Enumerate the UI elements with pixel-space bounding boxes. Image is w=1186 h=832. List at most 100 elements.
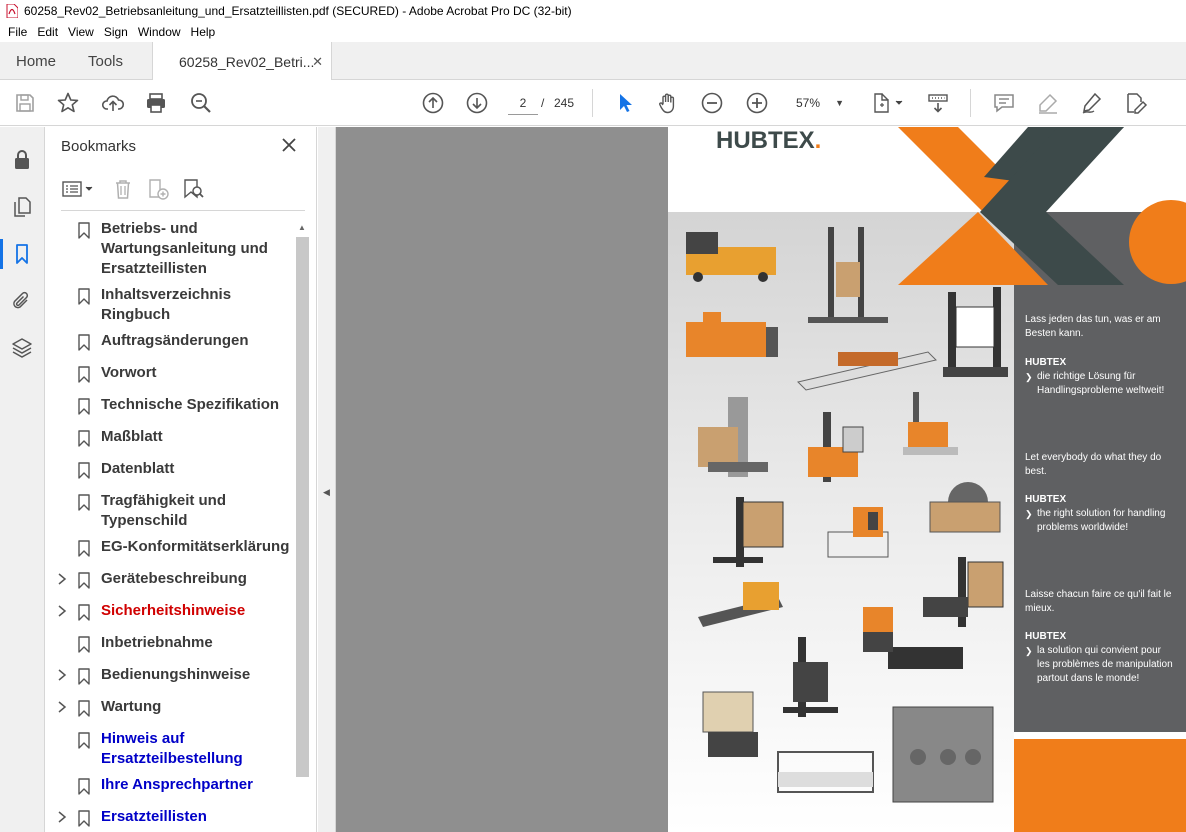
machine-illustration [777, 751, 874, 793]
tab-document-label: 60258_Rev02_Betri... [179, 53, 315, 70]
zoom-level-value: 57% [796, 96, 821, 110]
edit-document-icon[interactable] [1124, 91, 1148, 115]
bookmark-label: Gerätebeschreibung [101, 570, 247, 587]
active-panel-indicator [0, 239, 3, 269]
print-icon[interactable] [144, 91, 168, 115]
lock-icon[interactable] [10, 148, 34, 172]
highlight-icon[interactable] [1036, 91, 1060, 115]
bookmark-flag-icon [78, 540, 90, 557]
bookmark-item[interactable]: Sicherheitshinweise [45, 601, 295, 621]
next-page-icon[interactable] [465, 91, 489, 115]
bookmarks-panel: Bookmarks Betriebs- und Wartungsanleitun… [45, 127, 317, 832]
hand-tool-icon[interactable] [656, 91, 680, 115]
chevron-right-icon[interactable] [57, 669, 67, 681]
bookmark-item[interactable]: Inbetriebnahme [45, 633, 295, 653]
bookmark-flag-icon [78, 668, 90, 685]
slogan-brand: HUBTEX [1025, 631, 1067, 642]
machine-illustration [713, 497, 784, 567]
chevron-right-icon[interactable] [57, 811, 67, 823]
bullet-arrow-icon: ❯ [1025, 509, 1033, 519]
bookmarks-scrollbar-thumb[interactable] [296, 237, 309, 777]
page-number-input[interactable]: 2 [508, 91, 538, 115]
new-bookmark-icon[interactable] [146, 178, 170, 200]
bookmark-flag-icon [78, 700, 90, 717]
bookmark-flag-icon [78, 430, 90, 447]
find-bookmark-icon[interactable] [181, 178, 205, 200]
menu-window[interactable]: Window [134, 25, 185, 39]
collapse-panel-icon[interactable]: ◀ [323, 487, 330, 498]
slogan-text: Laisse chacun faire ce qu'il fait le mie… [1025, 589, 1172, 614]
slogan-bullet-text: die richtige Lösung für Handlingsproblem… [1037, 371, 1165, 396]
bookmark-options-icon[interactable] [61, 178, 97, 200]
bookmark-item[interactable]: EG-Konformitätserklärung [45, 537, 295, 557]
tab-home[interactable]: Home [16, 42, 56, 80]
bookmark-item[interactable]: Auftragsänderungen [45, 331, 295, 351]
bookmark-item[interactable]: Vorwort [45, 363, 295, 383]
title-bar: 60258_Rev02_Betriebsanleitung_und_Ersatz… [0, 0, 1186, 22]
tab-document[interactable]: 60258_Rev02_Betri... ✕ [152, 42, 332, 81]
machine-illustration [827, 507, 889, 558]
bookmark-item[interactable]: Ihre Ansprechpartner [45, 775, 295, 795]
select-cursor-icon[interactable] [613, 91, 637, 115]
bookmark-item[interactable]: Bedienungshinweise [45, 665, 295, 685]
machine-illustration [892, 706, 994, 803]
save-icon[interactable] [13, 91, 37, 115]
bookmark-flag-icon [78, 462, 90, 479]
slogan-bullet: ❯ the right solution for handling problem… [1025, 507, 1175, 535]
close-tab-icon[interactable]: ✕ [312, 54, 323, 70]
page-fit-icon[interactable] [870, 91, 906, 115]
panel-splitter[interactable]: ◀ [318, 127, 336, 832]
page-total: 245 [554, 96, 575, 110]
layers-icon[interactable] [10, 336, 34, 360]
bookmark-label: Datenblatt [101, 460, 175, 477]
menu-edit[interactable]: Edit [33, 25, 62, 39]
bullet-arrow-icon: ❯ [1025, 372, 1033, 382]
menu-file[interactable]: File [4, 25, 31, 39]
delete-bookmark-icon[interactable] [111, 178, 135, 200]
bookmark-item[interactable]: Technische Spezifikation [45, 395, 295, 415]
bookmark-item[interactable]: Inhaltsverzeichnis Ringbuch [45, 285, 295, 325]
slogan-text: Lass jeden das tun, was er am Besten kan… [1025, 314, 1161, 339]
zoom-level-select[interactable]: 57% ▼ [788, 91, 850, 115]
menu-sign[interactable]: Sign [100, 25, 132, 39]
attachment-icon[interactable] [10, 289, 34, 313]
bookmark-flag-icon [78, 572, 90, 589]
slogan-bullet: ❯ die richtige Lösung für Handlingsproble… [1025, 370, 1175, 398]
zoom-search-icon[interactable] [189, 91, 213, 115]
page-thumbnails-icon[interactable] [10, 195, 34, 219]
bookmark-item[interactable]: Ersatzteillisten [45, 807, 295, 827]
menu-help[interactable]: Help [187, 25, 220, 39]
bookmark-item[interactable]: Tragfähigkeit und Typenschild [45, 491, 295, 531]
pdf-page: HUBTEX. Lass jeden das tun, was er am Be… [668, 127, 1186, 832]
scroll-up-arrow-icon[interactable]: ▲ [298, 223, 306, 232]
zoom-in-icon[interactable] [745, 91, 769, 115]
bookmark-flag-icon [78, 778, 90, 795]
machine-illustration [808, 412, 864, 482]
bookmark-item[interactable]: Hinweis auf Ersatzteilbestellung [45, 729, 295, 769]
bookmark-label: Auftragsänderungen [101, 332, 249, 349]
comment-icon[interactable] [992, 91, 1016, 115]
hubtex-logo-text: HUBTEX [716, 127, 815, 154]
chevron-right-icon[interactable] [57, 701, 67, 713]
toolbar-divider [970, 89, 971, 117]
bookmark-item[interactable]: Datenblatt [45, 459, 295, 479]
bookmark-item[interactable]: Maßblatt [45, 427, 295, 447]
chevron-right-icon[interactable] [57, 573, 67, 585]
bookmark-panel-icon[interactable] [10, 242, 34, 266]
cloud-upload-icon[interactable] [101, 91, 125, 115]
bookmark-label: Sicherheitshinweise [101, 602, 246, 619]
tab-tools[interactable]: Tools [88, 42, 123, 80]
bookmark-item[interactable]: Gerätebeschreibung [45, 569, 295, 589]
machine-illustration [702, 691, 758, 757]
previous-page-icon[interactable] [421, 91, 445, 115]
chevron-right-icon[interactable] [57, 605, 67, 617]
bookmark-item[interactable]: Wartung [45, 697, 295, 717]
sign-pen-icon[interactable] [1080, 91, 1104, 115]
bookmark-flag-icon [78, 604, 90, 621]
bookmark-item[interactable]: Betriebs- und Wartungsanleitung und Ersa… [45, 219, 295, 279]
menu-view[interactable]: View [64, 25, 98, 39]
close-panel-icon[interactable] [281, 137, 297, 153]
star-icon[interactable] [56, 91, 80, 115]
zoom-out-icon[interactable] [700, 91, 724, 115]
scroll-mode-icon[interactable] [926, 91, 950, 115]
